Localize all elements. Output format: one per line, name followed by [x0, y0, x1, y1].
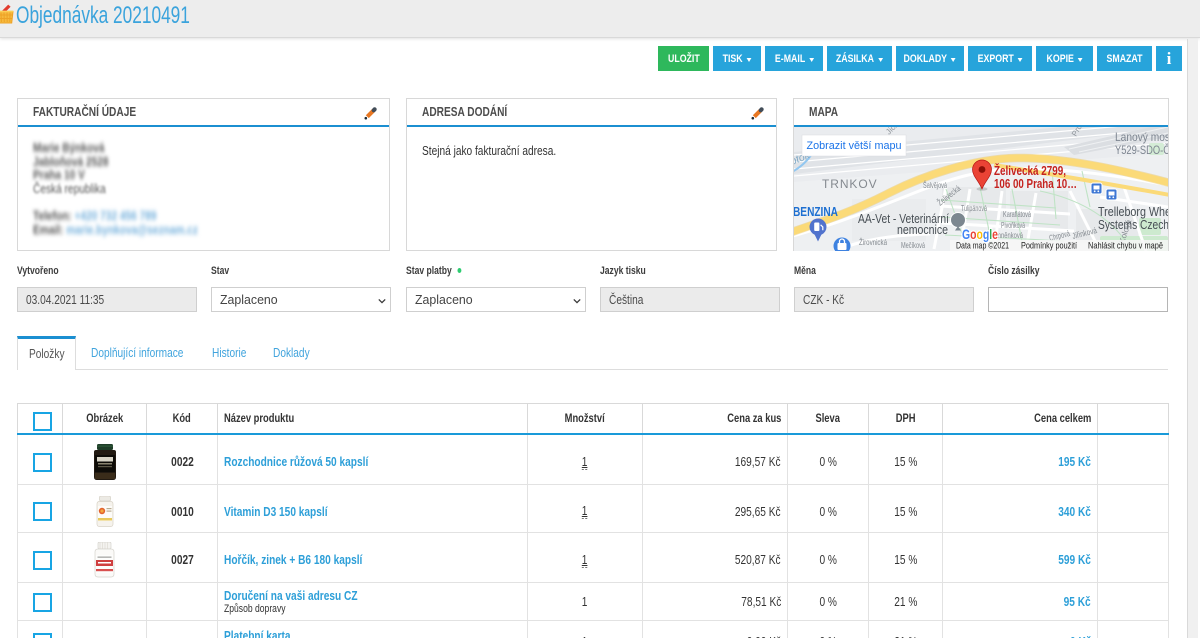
svg-text:Pivoňková: Pivoňková [1001, 220, 1025, 230]
svg-text:Trelleborg Whe: Trelleborg Whe [1098, 205, 1168, 219]
svg-text:106 00 Praha 10…: 106 00 Praha 10… [994, 177, 1077, 191]
svg-text:Nahlásit chybu v mapě: Nahlásit chybu v mapě [1088, 241, 1163, 252]
svg-text:Mečíková: Mečíková [901, 240, 925, 250]
svg-text:Podmínky použití: Podmínky použití [1021, 241, 1077, 252]
svg-text:Žirovnická: Žirovnická [859, 237, 887, 247]
svg-text:TRNKOV: TRNKOV [822, 177, 880, 191]
svg-text:Y529-SDO-Č: Y529-SDO-Č [1115, 142, 1168, 157]
svg-text:nemocnice: nemocnice [897, 223, 948, 237]
svg-text:Tulipánová: Tulipánová [961, 203, 987, 213]
svg-text:Lanový mos: Lanový mos [1115, 130, 1168, 144]
svg-text:Karafiátová: Karafiátová [1003, 209, 1031, 219]
svg-text:BENZINA: BENZINA [794, 204, 838, 219]
svg-text:Želivecká 2799,: Želivecká 2799, [994, 163, 1066, 178]
svg-text:Data map ©2021: Data map ©2021 [956, 241, 1009, 252]
svg-text:Zobrazit větší mapu: Zobrazit větší mapu [807, 140, 902, 152]
svg-text:Google: Google [962, 226, 998, 242]
svg-text:Šalvějová: Šalvějová [923, 180, 947, 190]
svg-text:Systems Czech: Systems Czech [1098, 218, 1168, 232]
